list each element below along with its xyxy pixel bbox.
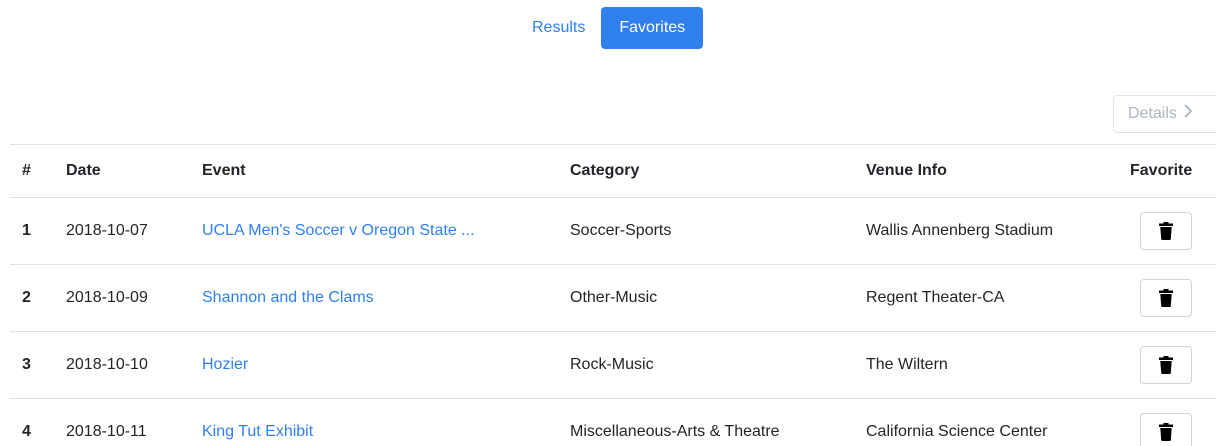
row-number: 3 [10, 331, 66, 399]
row-date: 2018-10-07 [66, 197, 202, 265]
tab-results[interactable]: Results [520, 7, 597, 49]
table-row: 3 2018-10-10 Hozier Rock-Music The Wilte… [10, 331, 1216, 399]
event-link[interactable]: Shannon and the Clams [202, 289, 374, 306]
trash-icon [1159, 423, 1173, 441]
favorites-table: # Date Event Category Venue Info Favorit… [10, 144, 1216, 446]
table-row: 1 2018-10-07 UCLA Men's Soccer v Oregon … [10, 197, 1216, 265]
header-number: # [10, 144, 66, 198]
remove-favorite-button[interactable] [1140, 212, 1192, 250]
trash-icon [1159, 289, 1173, 307]
remove-favorite-button[interactable] [1140, 413, 1192, 446]
event-link[interactable]: King Tut Exhibit [202, 423, 313, 440]
remove-favorite-button[interactable] [1140, 279, 1192, 317]
row-number: 1 [10, 197, 66, 265]
row-category: Rock-Music [570, 331, 866, 399]
event-link[interactable]: UCLA Men's Soccer v Oregon State ... [202, 222, 475, 239]
trash-icon [1159, 356, 1173, 374]
header-favorite: Favorite [1130, 144, 1216, 198]
table-row: 2 2018-10-09 Shannon and the Clams Other… [10, 264, 1216, 332]
row-date: 2018-10-09 [66, 264, 202, 332]
row-venue: Wallis Annenberg Stadium [866, 197, 1130, 265]
table-header-row: # Date Event Category Venue Info Favorit… [10, 144, 1216, 198]
remove-favorite-button[interactable] [1140, 346, 1192, 384]
tab-favorites[interactable]: Favorites [601, 7, 704, 49]
chevron-right-icon [1183, 96, 1193, 132]
row-category: Miscellaneous-Arts & Theatre [570, 398, 866, 446]
row-venue: California Science Center [866, 398, 1130, 446]
row-date: 2018-10-10 [66, 331, 202, 399]
row-category: Soccer-Sports [570, 197, 866, 265]
trash-icon [1159, 222, 1173, 240]
row-category: Other-Music [570, 264, 866, 332]
event-link[interactable]: Hozier [202, 356, 248, 373]
table-row: 4 2018-10-11 King Tut Exhibit Miscellane… [10, 398, 1216, 446]
row-number: 4 [10, 398, 66, 446]
row-date: 2018-10-11 [66, 398, 202, 446]
header-venue-info: Venue Info [866, 144, 1130, 198]
header-event: Event [202, 144, 570, 198]
row-number: 2 [10, 264, 66, 332]
details-button-label: Details [1128, 105, 1177, 122]
row-venue: Regent Theater-CA [866, 264, 1130, 332]
header-date: Date [66, 144, 202, 198]
details-button[interactable]: Details [1113, 95, 1216, 133]
page: Results Favorites Details # Date Event C… [0, 0, 1216, 446]
header-category: Category [570, 144, 866, 198]
row-venue: The Wiltern [866, 331, 1130, 399]
view-tabs: Results Favorites [520, 7, 704, 49]
